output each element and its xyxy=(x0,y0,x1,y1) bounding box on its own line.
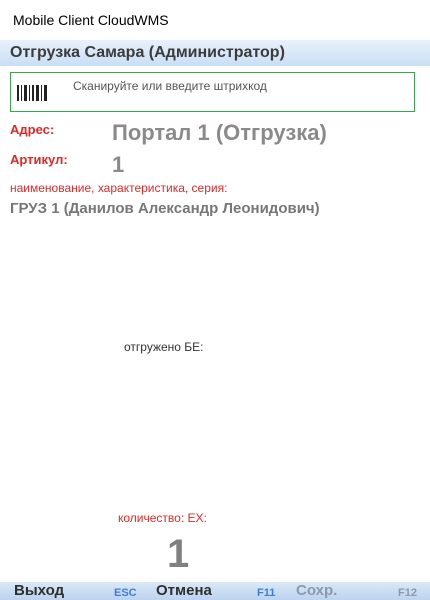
article-label: Артикул: xyxy=(10,152,68,167)
barcode-input[interactable] xyxy=(71,75,405,97)
save-button[interactable]: Сохр. xyxy=(296,582,337,600)
barcode-scan-field[interactable] xyxy=(10,72,415,112)
quantity-label: количество: ЕХ: xyxy=(118,511,207,525)
barcode-icon xyxy=(17,85,47,101)
cancel-key-hint: F11 xyxy=(257,587,276,599)
save-key-hint: F12 xyxy=(398,587,417,599)
address-value: Портал 1 (Отгрузка) xyxy=(112,120,327,145)
exit-key-hint: ESC xyxy=(114,587,137,599)
cancel-button[interactable]: Отмена xyxy=(156,582,212,600)
footer-bar: Выход ESC Отмена F11 Сохр. F12 xyxy=(0,582,430,600)
exit-button[interactable]: Выход xyxy=(14,582,64,600)
address-label: Адрес: xyxy=(10,122,55,137)
page-title: Отгрузка Самара (Администратор) xyxy=(0,40,430,66)
window-title: Mobile Client CloudWMS xyxy=(0,0,430,40)
shipped-label: отгружено БЕ: xyxy=(124,340,204,354)
article-value: 1 xyxy=(112,152,125,177)
quantity-value[interactable]: 1 xyxy=(167,532,189,576)
description-label: наименование, характеристика, серия: xyxy=(10,181,228,195)
description-value: ГРУЗ 1 (Данилов Александр Леонидович) xyxy=(10,200,320,217)
